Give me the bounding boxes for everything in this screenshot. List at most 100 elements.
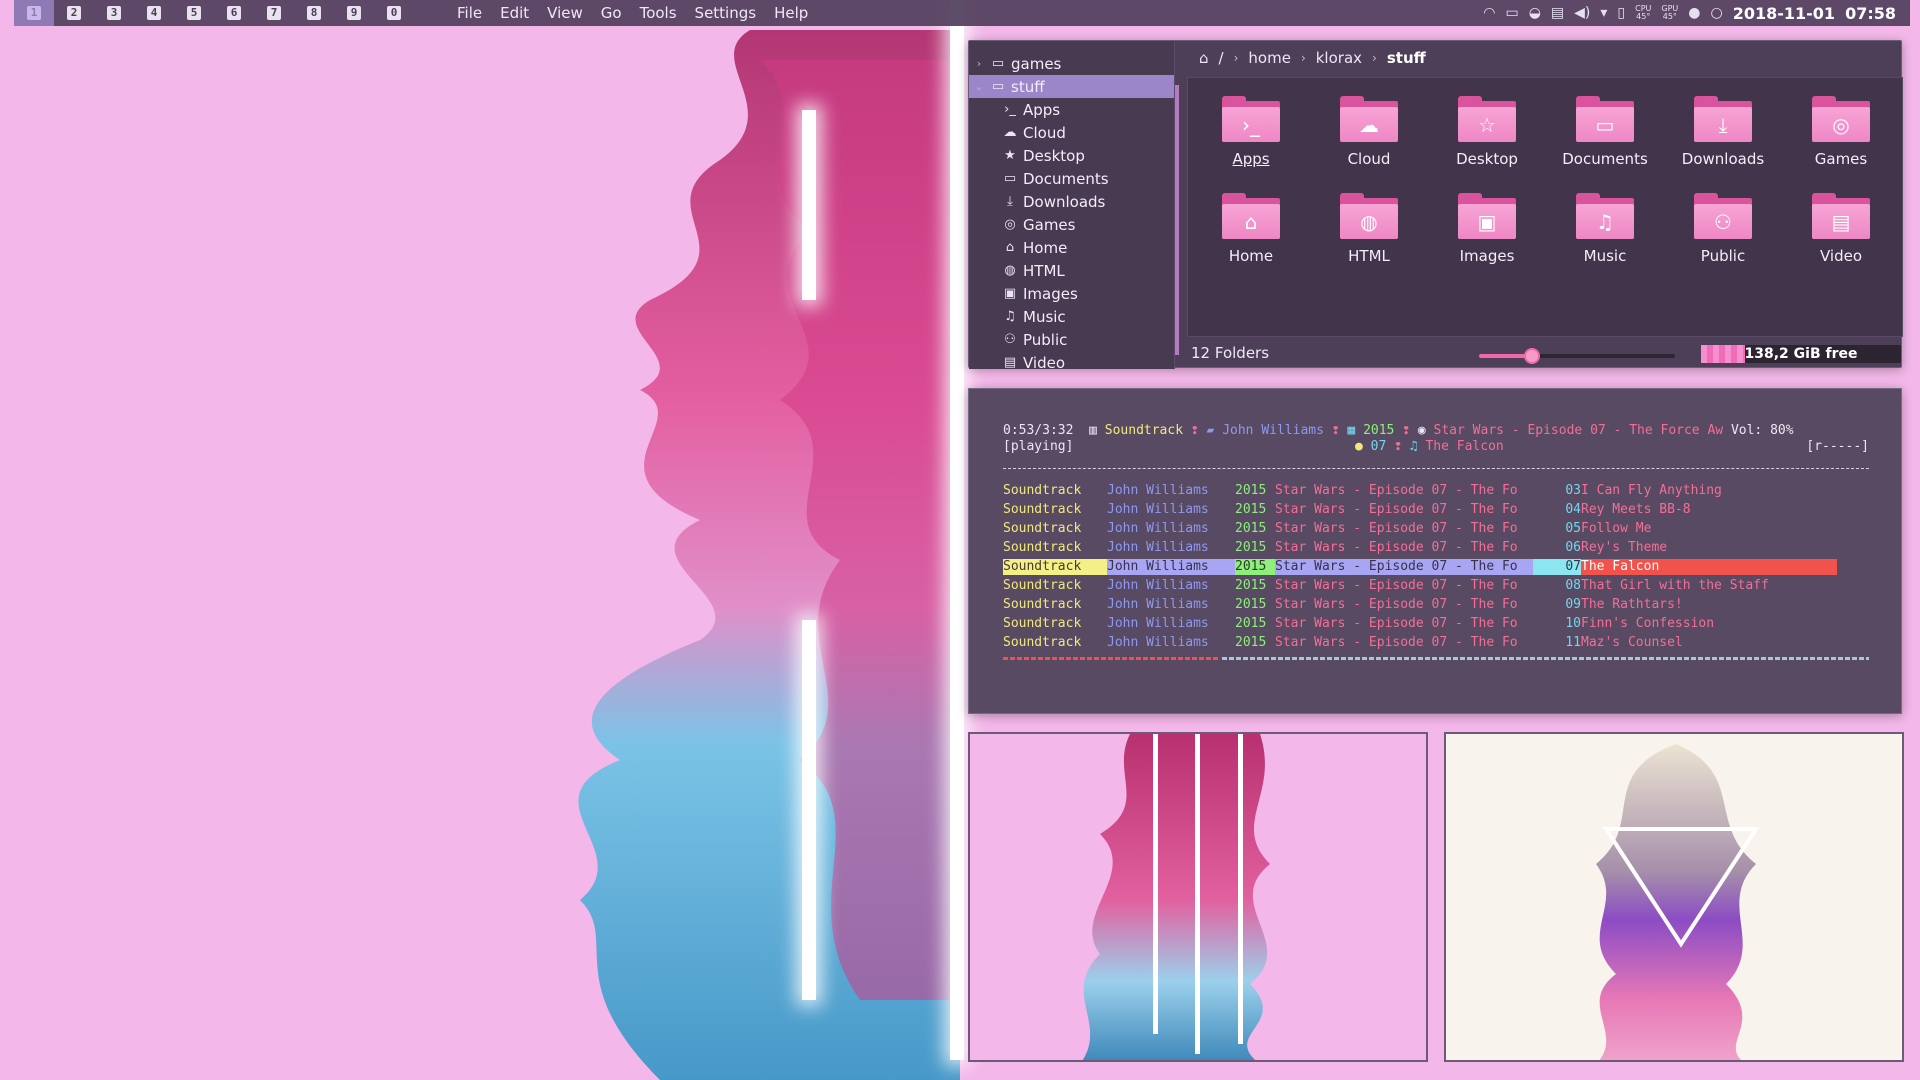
folder-html[interactable]: ◍ HTML [1314,185,1424,271]
genre-icon: ▥ [1089,423,1097,438]
menu-view[interactable]: View [538,4,592,22]
free-space-bar: 138,2 GiB free [1701,345,1901,363]
workspace-4[interactable]: 4 [134,0,174,26]
folder-icon: ♫ [1576,193,1634,239]
circle-icon[interactable]: ○ [1711,5,1723,21]
tree-item-downloads[interactable]: ⤓ Downloads [969,190,1174,213]
folder-documents[interactable]: ▭ Documents [1550,88,1660,174]
menu-go[interactable]: Go [592,4,631,22]
folder-images[interactable]: ▣ Images [1432,185,1542,271]
clipboard-icon[interactable]: ▤ [1551,5,1564,21]
workspace-7[interactable]: 7 [254,0,294,26]
folder-label: Cloud [1347,150,1391,168]
playlist-year: 2015 [1235,616,1267,631]
playlist-genre: Soundtrack [1003,502,1082,517]
trash-icon[interactable]: ▯ [1617,5,1625,21]
playlist-no: 11 [1565,635,1581,650]
workspace-9[interactable]: 9 [334,0,374,26]
playlist-title: Follow Me [1581,521,1652,536]
playlist-artist: John Williams [1107,502,1209,517]
tree-item-stuff[interactable]: ⌄ ▭ stuff [969,75,1174,98]
folder-icon: ▭ [991,56,1005,71]
tree-item-cloud[interactable]: ☁ Cloud [969,121,1174,144]
tree-item-documents[interactable]: ▭ Documents [969,167,1174,190]
playlist-title: That Girl with the Staff [1581,578,1769,593]
tree-item-games[interactable]: › ▭ games [969,52,1174,75]
clock[interactable]: 07:58 [1845,4,1896,23]
volume-icon[interactable]: ◀) [1574,5,1590,21]
menu-bar: File Edit View Go Tools Settings Help [448,4,817,22]
breadcrumb-stuff[interactable]: stuff [1387,49,1426,67]
zoom-slider-handle[interactable] [1523,348,1540,364]
tree-item-games[interactable]: ◎ Games [969,213,1174,236]
terminal-icon: ›_ [1222,107,1280,142]
tree-item-music[interactable]: ♫ Music [969,305,1174,328]
playlist-year: 2015 [1235,483,1267,498]
breadcrumb-klorax[interactable]: klorax [1316,49,1362,67]
menu-help[interactable]: Help [765,4,817,22]
tree-item-html[interactable]: ◍ HTML [969,259,1174,282]
workspace-8[interactable]: 8 [294,0,334,26]
folder-grid: ›_ Apps ☁ Cloud ☆ Desktop ▭ Documents ⤓ Downloads… [1187,77,1903,337]
arrow-down-icon[interactable]: ▾ [1600,5,1607,21]
workspace-10[interactable]: 0 [374,0,414,26]
folder-video[interactable]: ▤ Video [1786,185,1896,271]
date[interactable]: 2018-11-01 [1733,4,1835,23]
workspace-label: 6 [227,6,241,20]
workspace-5[interactable]: 5 [174,0,214,26]
playlist-album: Star Wars - Episode 07 - The Fo [1275,578,1518,593]
wallpaper-light-stripe [950,0,964,1060]
folder-games[interactable]: ◎ Games [1786,88,1896,174]
playlist-album: Star Wars - Episode 07 - The Fo [1275,635,1518,650]
workspace-1[interactable]: 1 [14,0,54,26]
folder-tree: › ▭ games ⌄ ▭ stuff ›_ Apps ☁ Cloud ★ Desktop ▭ Docum… [969,41,1175,372]
tree-item-video[interactable]: ▤ Video [969,351,1174,374]
folder-home[interactable]: ⌂ Home [1196,185,1306,271]
tree-item-public[interactable]: ⚇ Public [969,328,1174,351]
breadcrumb-root[interactable]: / [1219,49,1224,67]
folder-downloads[interactable]: ⤓ Downloads [1668,88,1778,174]
menu-edit[interactable]: Edit [491,4,538,22]
folder-label: Music [1583,247,1627,265]
workspace-label: 2 [67,6,81,20]
workspace-3[interactable]: 3 [94,0,134,26]
workspace-2[interactable]: 2 [54,0,94,26]
tree-scrollbar[interactable] [1175,85,1179,355]
folder-music[interactable]: ♫ Music [1550,185,1660,271]
battery-icon[interactable]: ▭ [1505,5,1518,21]
folder-icon: ▤ [1812,193,1870,239]
folder-label: Desktop [1456,150,1518,168]
folder-desktop[interactable]: ☆ Desktop [1432,88,1542,174]
folder-icon: ▭ [1576,96,1634,142]
menu-file[interactable]: File [448,4,491,22]
separator [1003,468,1869,469]
playlist-title: Rey's Theme [1581,540,1668,555]
workspace-6[interactable]: 6 [214,0,254,26]
home-icon[interactable]: ⌂ [1199,49,1209,67]
menu-settings[interactable]: Settings [686,4,766,22]
weather-icon[interactable]: ◒ [1529,5,1541,21]
chevron-icon[interactable]: › [969,57,989,70]
playback-progress[interactable] [1003,657,1869,660]
breadcrumb: ⌂ / › home › klorax › stuff [1187,41,1903,75]
tree-item-apps[interactable]: ›_ Apps [969,98,1174,121]
folder-apps[interactable]: ›_ Apps [1196,88,1306,174]
gamepad-icon: ◎ [1004,217,1016,232]
playlist-no: 06 [1565,540,1581,555]
chevron-right-icon: › [1300,51,1306,65]
tree-item-images[interactable]: ▣ Images [969,282,1174,305]
folder-icon: ▣ [1458,193,1516,239]
home-icon: ⌂ [1005,240,1015,255]
wifi-icon[interactable]: ◠ [1483,5,1495,21]
tree-item-home[interactable]: ⌂ Home [969,236,1174,259]
zoom-slider[interactable] [1479,348,1675,364]
folder-public[interactable]: ⚇ Public [1668,185,1778,271]
folder-cloud[interactable]: ☁ Cloud [1314,88,1424,174]
tree-item-label: Public [1023,330,1068,349]
chevron-icon[interactable]: ⌄ [969,80,989,93]
menu-tools[interactable]: Tools [631,4,686,22]
playlist-genre: Soundtrack [1003,578,1082,593]
tree-item-desktop[interactable]: ★ Desktop [969,144,1174,167]
breadcrumb-home[interactable]: home [1248,49,1291,67]
folder-icon: ›_ [1222,96,1280,142]
